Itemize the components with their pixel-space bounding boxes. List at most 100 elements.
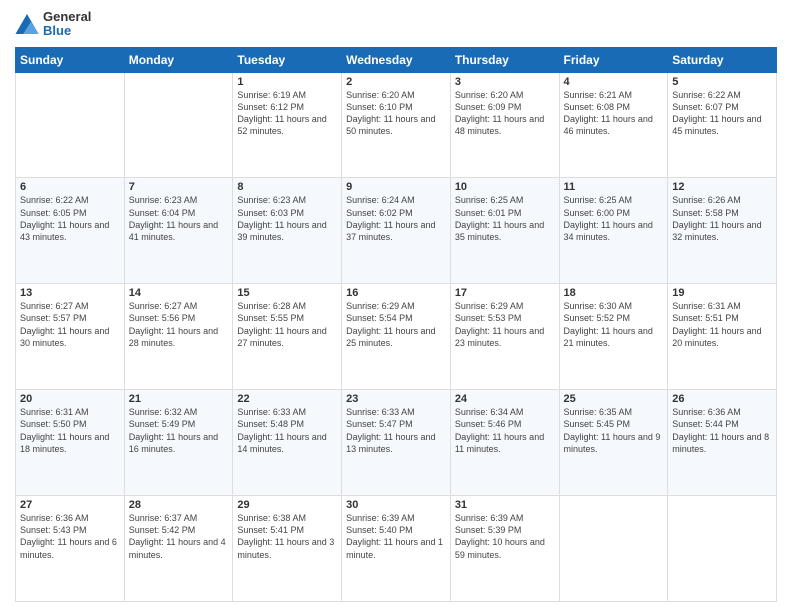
day-number: 16	[346, 287, 446, 299]
day-cell: 18Sunrise: 6:30 AM Sunset: 5:52 PM Dayli…	[559, 284, 668, 390]
day-cell: 15Sunrise: 6:28 AM Sunset: 5:55 PM Dayli…	[233, 284, 342, 390]
day-number: 29	[237, 499, 337, 511]
week-row-4: 20Sunrise: 6:31 AM Sunset: 5:50 PM Dayli…	[16, 390, 777, 496]
day-info: Sunrise: 6:35 AM Sunset: 5:45 PM Dayligh…	[564, 406, 664, 455]
day-cell: 12Sunrise: 6:26 AM Sunset: 5:58 PM Dayli…	[668, 178, 777, 284]
logo-icon	[15, 14, 39, 34]
day-cell: 10Sunrise: 6:25 AM Sunset: 6:01 PM Dayli…	[450, 178, 559, 284]
day-info: Sunrise: 6:37 AM Sunset: 5:42 PM Dayligh…	[129, 512, 229, 561]
day-number: 31	[455, 499, 555, 511]
day-cell	[16, 72, 125, 178]
header-sunday: Sunday	[16, 47, 125, 72]
day-number: 6	[20, 181, 120, 193]
day-info: Sunrise: 6:27 AM Sunset: 5:56 PM Dayligh…	[129, 300, 229, 349]
day-cell	[124, 72, 233, 178]
day-number: 8	[237, 181, 337, 193]
day-number: 10	[455, 181, 555, 193]
header-tuesday: Tuesday	[233, 47, 342, 72]
header: General Blue	[15, 10, 777, 39]
day-number: 7	[129, 181, 229, 193]
day-info: Sunrise: 6:31 AM Sunset: 5:50 PM Dayligh…	[20, 406, 120, 455]
day-info: Sunrise: 6:36 AM Sunset: 5:44 PM Dayligh…	[672, 406, 772, 455]
header-friday: Friday	[559, 47, 668, 72]
day-info: Sunrise: 6:26 AM Sunset: 5:58 PM Dayligh…	[672, 194, 772, 243]
calendar-table: SundayMondayTuesdayWednesdayThursdayFrid…	[15, 47, 777, 602]
day-number: 15	[237, 287, 337, 299]
day-cell: 31Sunrise: 6:39 AM Sunset: 5:39 PM Dayli…	[450, 496, 559, 602]
day-info: Sunrise: 6:36 AM Sunset: 5:43 PM Dayligh…	[20, 512, 120, 561]
day-number: 5	[672, 76, 772, 88]
day-cell: 4Sunrise: 6:21 AM Sunset: 6:08 PM Daylig…	[559, 72, 668, 178]
day-number: 3	[455, 76, 555, 88]
logo-text: General Blue	[43, 10, 91, 39]
day-number: 17	[455, 287, 555, 299]
day-info: Sunrise: 6:32 AM Sunset: 5:49 PM Dayligh…	[129, 406, 229, 455]
day-cell: 23Sunrise: 6:33 AM Sunset: 5:47 PM Dayli…	[342, 390, 451, 496]
day-cell: 28Sunrise: 6:37 AM Sunset: 5:42 PM Dayli…	[124, 496, 233, 602]
day-number: 1	[237, 76, 337, 88]
day-cell: 7Sunrise: 6:23 AM Sunset: 6:04 PM Daylig…	[124, 178, 233, 284]
day-info: Sunrise: 6:33 AM Sunset: 5:48 PM Dayligh…	[237, 406, 337, 455]
day-info: Sunrise: 6:19 AM Sunset: 6:12 PM Dayligh…	[237, 89, 337, 138]
day-info: Sunrise: 6:20 AM Sunset: 6:10 PM Dayligh…	[346, 89, 446, 138]
day-cell: 5Sunrise: 6:22 AM Sunset: 6:07 PM Daylig…	[668, 72, 777, 178]
day-cell: 26Sunrise: 6:36 AM Sunset: 5:44 PM Dayli…	[668, 390, 777, 496]
day-cell: 8Sunrise: 6:23 AM Sunset: 6:03 PM Daylig…	[233, 178, 342, 284]
day-cell: 20Sunrise: 6:31 AM Sunset: 5:50 PM Dayli…	[16, 390, 125, 496]
day-number: 12	[672, 181, 772, 193]
day-info: Sunrise: 6:31 AM Sunset: 5:51 PM Dayligh…	[672, 300, 772, 349]
day-info: Sunrise: 6:38 AM Sunset: 5:41 PM Dayligh…	[237, 512, 337, 561]
day-number: 28	[129, 499, 229, 511]
day-cell: 6Sunrise: 6:22 AM Sunset: 6:05 PM Daylig…	[16, 178, 125, 284]
day-number: 25	[564, 393, 664, 405]
day-cell: 17Sunrise: 6:29 AM Sunset: 5:53 PM Dayli…	[450, 284, 559, 390]
day-info: Sunrise: 6:27 AM Sunset: 5:57 PM Dayligh…	[20, 300, 120, 349]
day-number: 27	[20, 499, 120, 511]
day-info: Sunrise: 6:23 AM Sunset: 6:03 PM Dayligh…	[237, 194, 337, 243]
day-number: 24	[455, 393, 555, 405]
day-cell: 13Sunrise: 6:27 AM Sunset: 5:57 PM Dayli…	[16, 284, 125, 390]
day-cell: 2Sunrise: 6:20 AM Sunset: 6:10 PM Daylig…	[342, 72, 451, 178]
week-row-5: 27Sunrise: 6:36 AM Sunset: 5:43 PM Dayli…	[16, 496, 777, 602]
day-number: 14	[129, 287, 229, 299]
day-cell: 9Sunrise: 6:24 AM Sunset: 6:02 PM Daylig…	[342, 178, 451, 284]
day-info: Sunrise: 6:39 AM Sunset: 5:39 PM Dayligh…	[455, 512, 555, 561]
day-info: Sunrise: 6:39 AM Sunset: 5:40 PM Dayligh…	[346, 512, 446, 561]
day-info: Sunrise: 6:25 AM Sunset: 6:00 PM Dayligh…	[564, 194, 664, 243]
day-number: 13	[20, 287, 120, 299]
page: General Blue SundayMondayTuesdayWednesda…	[0, 0, 792, 612]
day-info: Sunrise: 6:29 AM Sunset: 5:53 PM Dayligh…	[455, 300, 555, 349]
day-cell	[668, 496, 777, 602]
day-number: 22	[237, 393, 337, 405]
day-cell: 24Sunrise: 6:34 AM Sunset: 5:46 PM Dayli…	[450, 390, 559, 496]
day-number: 23	[346, 393, 446, 405]
day-cell: 1Sunrise: 6:19 AM Sunset: 6:12 PM Daylig…	[233, 72, 342, 178]
week-row-1: 1Sunrise: 6:19 AM Sunset: 6:12 PM Daylig…	[16, 72, 777, 178]
day-cell: 27Sunrise: 6:36 AM Sunset: 5:43 PM Dayli…	[16, 496, 125, 602]
week-row-3: 13Sunrise: 6:27 AM Sunset: 5:57 PM Dayli…	[16, 284, 777, 390]
day-number: 19	[672, 287, 772, 299]
logo: General Blue	[15, 10, 91, 39]
day-info: Sunrise: 6:30 AM Sunset: 5:52 PM Dayligh…	[564, 300, 664, 349]
day-info: Sunrise: 6:23 AM Sunset: 6:04 PM Dayligh…	[129, 194, 229, 243]
day-info: Sunrise: 6:22 AM Sunset: 6:05 PM Dayligh…	[20, 194, 120, 243]
day-info: Sunrise: 6:24 AM Sunset: 6:02 PM Dayligh…	[346, 194, 446, 243]
header-thursday: Thursday	[450, 47, 559, 72]
day-number: 4	[564, 76, 664, 88]
day-number: 2	[346, 76, 446, 88]
day-info: Sunrise: 6:25 AM Sunset: 6:01 PM Dayligh…	[455, 194, 555, 243]
day-info: Sunrise: 6:33 AM Sunset: 5:47 PM Dayligh…	[346, 406, 446, 455]
day-info: Sunrise: 6:29 AM Sunset: 5:54 PM Dayligh…	[346, 300, 446, 349]
day-info: Sunrise: 6:20 AM Sunset: 6:09 PM Dayligh…	[455, 89, 555, 138]
header-wednesday: Wednesday	[342, 47, 451, 72]
day-number: 9	[346, 181, 446, 193]
day-cell: 22Sunrise: 6:33 AM Sunset: 5:48 PM Dayli…	[233, 390, 342, 496]
day-cell: 16Sunrise: 6:29 AM Sunset: 5:54 PM Dayli…	[342, 284, 451, 390]
day-number: 30	[346, 499, 446, 511]
day-cell: 25Sunrise: 6:35 AM Sunset: 5:45 PM Dayli…	[559, 390, 668, 496]
day-number: 11	[564, 181, 664, 193]
day-cell: 29Sunrise: 6:38 AM Sunset: 5:41 PM Dayli…	[233, 496, 342, 602]
header-monday: Monday	[124, 47, 233, 72]
day-cell	[559, 496, 668, 602]
day-info: Sunrise: 6:21 AM Sunset: 6:08 PM Dayligh…	[564, 89, 664, 138]
